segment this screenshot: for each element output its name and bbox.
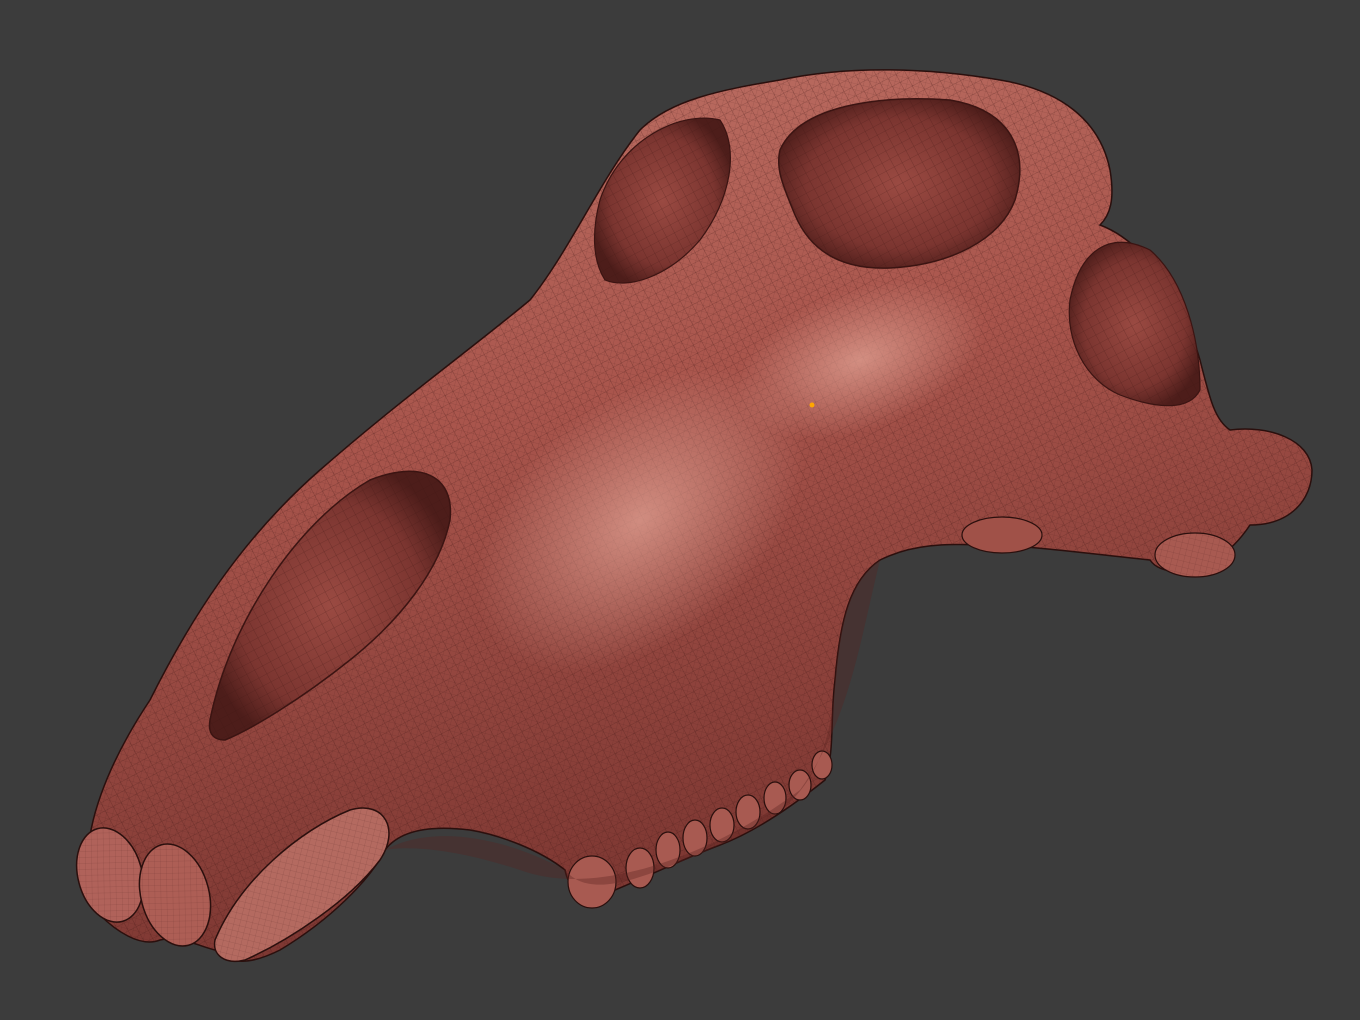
viewport-canvas[interactable] <box>0 0 1360 1020</box>
pivot-point-marker[interactable] <box>809 402 815 408</box>
molar-tooth <box>811 750 833 780</box>
molar-tooth <box>788 769 812 801</box>
3d-viewport[interactable] <box>0 0 1360 1020</box>
mastoid-knob <box>961 516 1043 554</box>
